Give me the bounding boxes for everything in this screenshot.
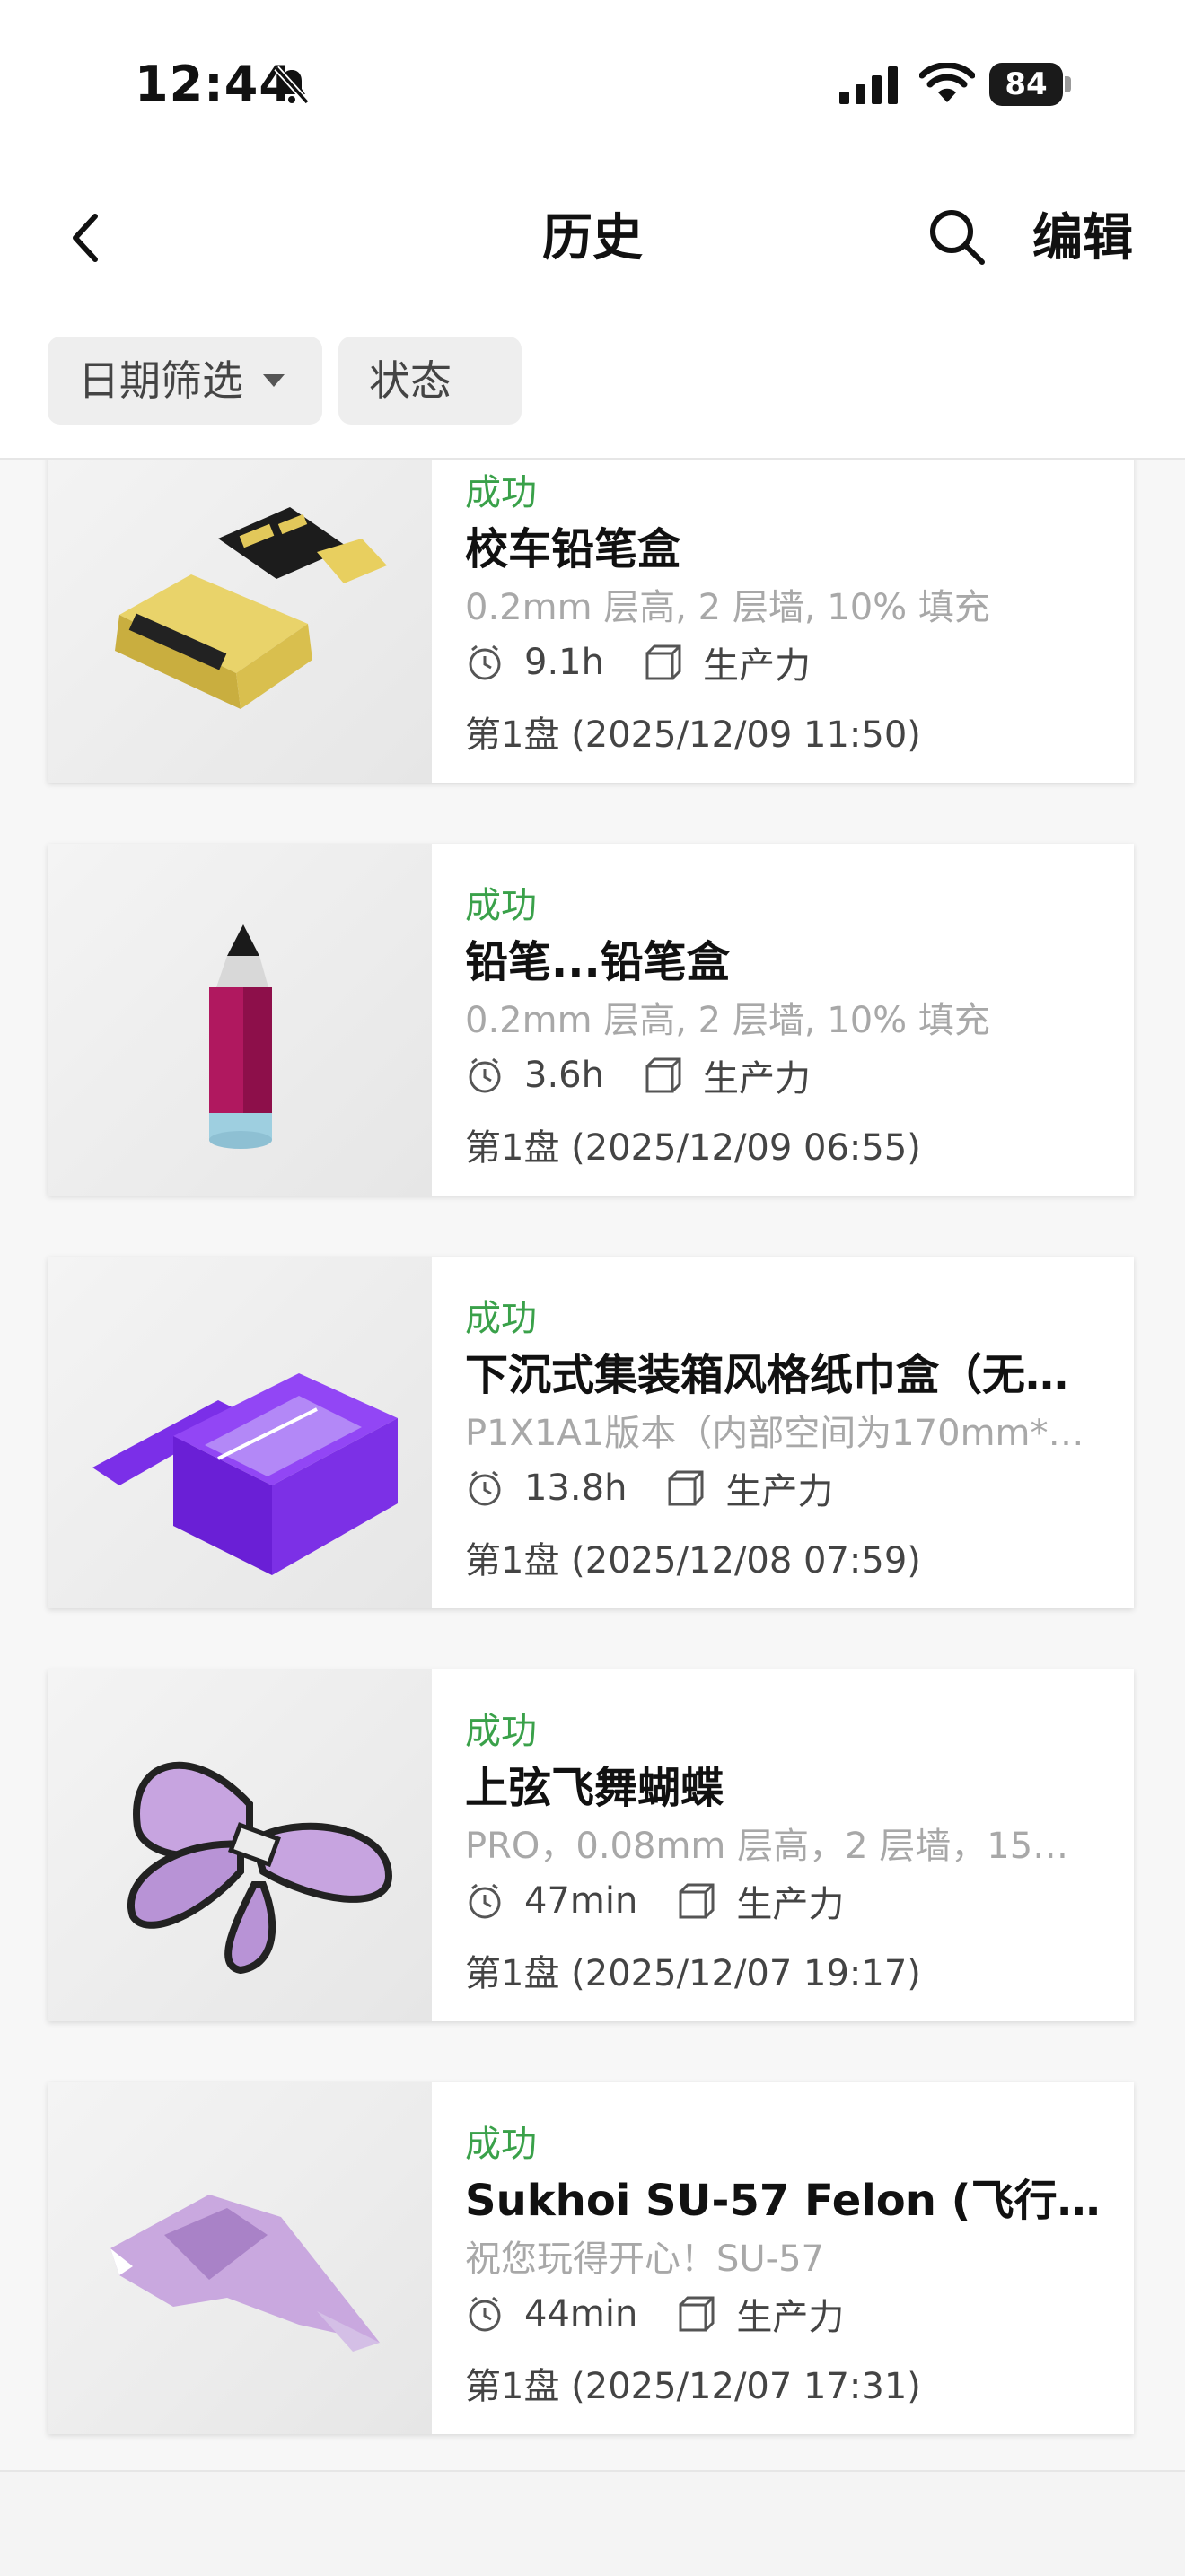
print-duration: 44min	[524, 2293, 638, 2335]
clock-icon	[469, 1470, 501, 1506]
bell-off-icon	[274, 66, 310, 105]
search-icon[interactable]	[925, 203, 989, 271]
wifi-icon	[919, 63, 975, 102]
history-card[interactable]: 成功 铅笔...铅笔盒 0.2mm 层高, 2 层墙, 10% 填充 3.6h …	[48, 844, 1134, 1196]
task-description: PRO，0.08mm 层高，2 层墙，15…	[465, 1826, 1069, 1867]
plate-info: 第1盘 (2025/12/07 17:31)	[465, 2366, 921, 2407]
cellular-signal-icon	[839, 66, 898, 104]
battery-icon: 84	[989, 63, 1072, 106]
status-filter-label: 状态	[369, 356, 452, 405]
pencil-box-image	[209, 924, 272, 1149]
task-meta: 47min 生产力	[465, 1874, 844, 1928]
plate-info: 第1盘 (2025/12/08 07:59)	[465, 1540, 921, 1582]
task-meta: 3.6h 生产力	[465, 1048, 811, 1102]
history-card[interactable]: 成功 校车铅笔盒 0.2mm 层高, 2 层墙, 10% 填充 9.1h 生产力…	[48, 460, 1134, 783]
printer-box-icon	[668, 1470, 704, 1506]
tissue-box-image	[92, 1373, 398, 1575]
status-label: 成功	[465, 885, 537, 926]
card-info: 成功 上弦飞舞蝴蝶 PRO，0.08mm 层高，2 层墙，15… 47min 生…	[465, 1669, 1111, 2021]
status-label: 成功	[465, 1711, 537, 1752]
model-thumbnail	[48, 1669, 432, 2021]
page-title: 历史	[542, 209, 643, 267]
task-title: 铅笔...铅笔盒	[465, 937, 730, 987]
print-duration: 47min	[524, 1880, 638, 1922]
status-bar: 12:44 84	[0, 0, 1185, 171]
task-meta: 9.1h 生产力	[465, 635, 811, 689]
plate-info: 第1盘 (2025/12/09 06:55)	[465, 1127, 921, 1169]
school-bus-pencil-box-image	[115, 507, 387, 709]
task-title: 校车铅笔盒	[465, 524, 681, 574]
card-info: 成功 校车铅笔盒 0.2mm 层高, 2 层墙, 10% 填充 9.1h 生产力…	[465, 460, 1111, 783]
printer-box-icon	[679, 1883, 715, 1919]
print-duration: 9.1h	[524, 642, 604, 683]
printer-name: 生产力	[736, 1884, 845, 1925]
su57-jet-image	[110, 2195, 380, 2352]
plate-info: 第1盘 (2025/12/07 19:17)	[465, 1953, 921, 1994]
history-card[interactable]: 成功 下沉式集装箱风格纸巾盒（无… P1X1A1版本（内部空间为170mm*… …	[48, 1257, 1134, 1608]
task-description: 0.2mm 层高, 2 层墙, 10% 填充	[465, 587, 990, 628]
task-description: 祝您玩得开心！SU-57	[465, 2239, 824, 2280]
bottom-bar	[0, 2470, 1185, 2576]
card-info: 成功 Sukhoi SU-57 Felon (飞行… 祝您玩得开心！SU-57 …	[465, 2082, 1111, 2434]
date-filter-label: 日期筛选	[78, 356, 243, 405]
task-description: 0.2mm 层高, 2 层墙, 10% 填充	[465, 1000, 990, 1041]
nav-bar: 历史 编辑	[0, 171, 1185, 305]
status-label: 成功	[465, 1298, 537, 1339]
status-label: 成功	[465, 2124, 537, 2165]
task-title: Sukhoi SU-57 Felon (飞行…	[465, 2176, 1101, 2226]
clock-icon	[469, 644, 501, 680]
filter-bar: 日期筛选 状态	[0, 305, 1185, 475]
printer-name: 生产力	[702, 1058, 811, 1100]
battery-level: 84	[989, 63, 1063, 106]
task-title: 上弦飞舞蝴蝶	[465, 1763, 724, 1813]
clock-icon	[469, 1883, 501, 1919]
date-filter-dropdown[interactable]: 日期筛选	[48, 337, 322, 425]
butterfly-image	[127, 1761, 393, 1975]
edit-button[interactable]: 编辑	[1032, 203, 1133, 275]
plate-info: 第1盘 (2025/12/09 11:50)	[465, 714, 921, 756]
caret-down-icon	[263, 373, 285, 387]
print-duration: 3.6h	[524, 1055, 604, 1096]
card-info: 成功 铅笔...铅笔盒 0.2mm 层高, 2 层墙, 10% 填充 3.6h …	[465, 844, 1111, 1196]
printer-name: 生产力	[702, 645, 811, 687]
printer-name: 生产力	[736, 2297, 845, 2338]
card-info: 成功 下沉式集装箱风格纸巾盒（无… P1X1A1版本（内部空间为170mm*… …	[465, 1257, 1111, 1608]
battery-tip	[1065, 76, 1071, 92]
printer-box-icon	[645, 1057, 681, 1093]
task-description: P1X1A1版本（内部空间为170mm*…	[465, 1413, 1084, 1454]
task-meta: 44min 生产力	[465, 2287, 844, 2341]
print-duration: 13.8h	[524, 1468, 628, 1509]
status-time: 12:44	[135, 56, 294, 112]
status-label: 成功	[465, 472, 537, 513]
printer-box-icon	[679, 2296, 715, 2332]
model-thumbnail	[48, 1257, 432, 1608]
task-title: 下沉式集装箱风格纸巾盒（无…	[465, 1350, 1069, 1400]
clock-icon	[469, 2296, 501, 2332]
model-thumbnail	[48, 460, 432, 783]
status-filter-dropdown[interactable]: 状态	[338, 337, 522, 475]
history-list[interactable]: 成功 校车铅笔盒 0.2mm 层高, 2 层墙, 10% 填充 9.1h 生产力…	[0, 460, 1185, 2470]
model-thumbnail	[48, 844, 432, 1196]
printer-name: 生产力	[725, 1471, 834, 1512]
history-card[interactable]: 成功 Sukhoi SU-57 Felon (飞行… 祝您玩得开心！SU-57 …	[48, 2082, 1134, 2434]
model-thumbnail	[48, 2082, 432, 2434]
task-meta: 13.8h 生产力	[465, 1461, 833, 1515]
history-card[interactable]: 成功 上弦飞舞蝴蝶 PRO，0.08mm 层高，2 层墙，15… 47min 生…	[48, 1669, 1134, 2021]
clock-icon	[469, 1057, 501, 1093]
printer-box-icon	[645, 644, 681, 680]
